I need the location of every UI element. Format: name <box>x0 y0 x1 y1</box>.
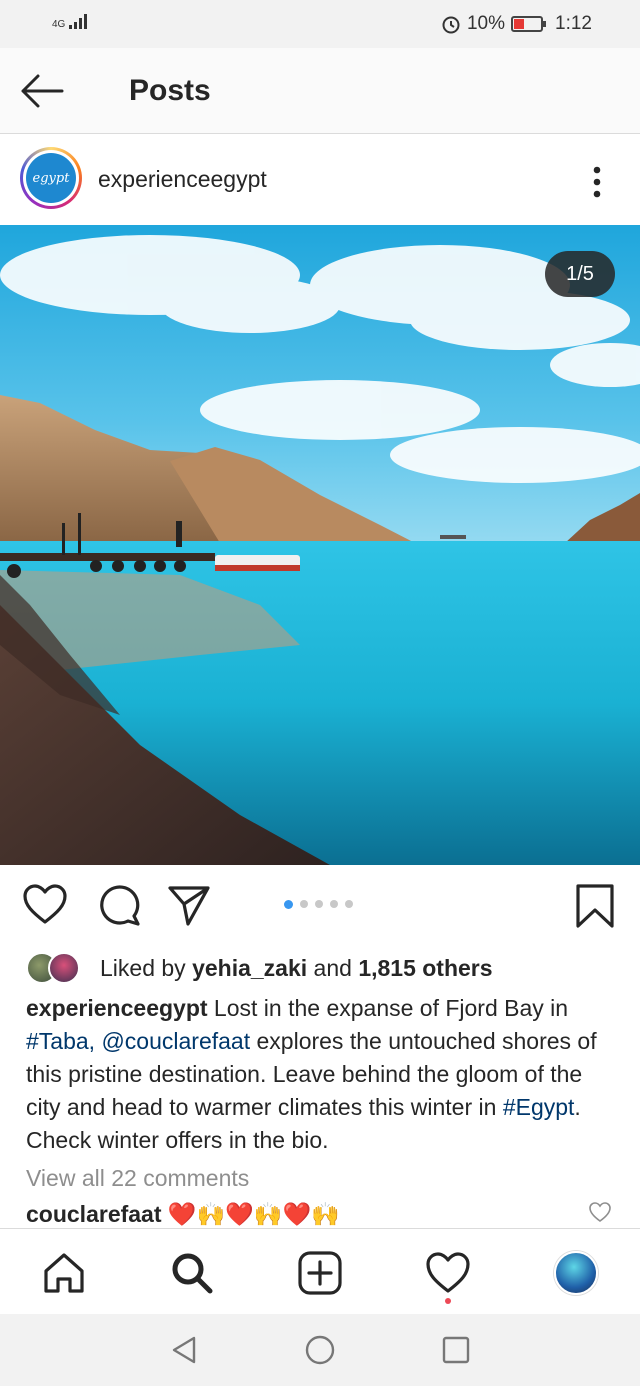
heart-icon <box>426 1252 470 1293</box>
nav-recents-button[interactable] <box>440 1334 472 1366</box>
hashtag-link[interactable]: #Egypt <box>503 1094 575 1120</box>
post-image[interactable] <box>0 225 640 865</box>
page-title: Posts <box>129 74 211 107</box>
back-button[interactable] <box>18 70 66 112</box>
signal-indicator: 4G <box>52 12 90 30</box>
more-options-button[interactable] <box>582 162 612 202</box>
carousel-indicator <box>284 900 353 909</box>
plus-square-icon <box>298 1251 342 1295</box>
battery-percent: 10% <box>466 13 506 34</box>
liker-username[interactable]: yehia_zaki <box>192 955 307 982</box>
likes-summary[interactable]: Liked by yehia_zaki and 1,815 others <box>26 948 493 988</box>
comment-preview: couclarefaat ❤️🙌❤️🙌❤️🙌 <box>26 1201 340 1228</box>
likes-middle: and <box>307 954 359 981</box>
caption-text: Lost in the expanse of Fjord Bay in <box>207 995 569 1021</box>
circle-home-icon <box>305 1335 335 1365</box>
signal-bars-icon <box>69 14 88 29</box>
nav-back-button[interactable] <box>168 1334 200 1366</box>
avatar-frame: egypt <box>23 150 79 206</box>
tab-activity[interactable] <box>424 1249 472 1297</box>
carousel-dot-active <box>284 900 293 909</box>
nav-home-button[interactable] <box>304 1334 336 1366</box>
triangle-back-icon <box>172 1336 196 1364</box>
network-type: 4G <box>52 19 66 30</box>
carousel-dot <box>345 900 353 908</box>
post-header: egypt experienceegypt <box>0 135 640 225</box>
post-actions <box>0 866 640 946</box>
comment-username[interactable]: couclarefaat <box>26 1201 162 1227</box>
clock: 1:12 <box>555 13 592 34</box>
share-button[interactable] <box>166 882 212 928</box>
vertical-dots-icon <box>593 166 601 198</box>
notification-dot <box>445 1298 451 1304</box>
search-icon <box>172 1253 213 1294</box>
save-button[interactable] <box>572 882 618 928</box>
heart-icon <box>23 884 67 924</box>
carousel-dot <box>330 900 338 908</box>
avatar-logo: egypt <box>26 153 76 203</box>
carousel-dot <box>300 900 308 908</box>
comment-button[interactable] <box>96 882 142 928</box>
heart-icon <box>589 1202 611 1222</box>
battery-icon <box>511 16 547 32</box>
bookmark-icon <box>576 884 614 928</box>
comment-bubble-icon <box>100 885 140 926</box>
likes-count[interactable]: 1,815 others <box>358 955 492 982</box>
comment-like-button[interactable] <box>588 1200 612 1224</box>
app-header: Posts <box>0 48 640 134</box>
alarm-icon <box>442 16 460 34</box>
hashtag-link[interactable]: #Taba, <box>26 1028 95 1054</box>
system-nav-bar <box>0 1314 640 1386</box>
carousel-dot <box>315 900 323 908</box>
comment-text: ❤️🙌❤️🙌❤️🙌 <box>161 1201 340 1227</box>
image-page-counter: 1/5 <box>545 251 615 297</box>
tab-home[interactable] <box>40 1249 88 1297</box>
tab-search[interactable] <box>168 1249 216 1297</box>
square-recents-icon <box>442 1336 470 1364</box>
post-caption: experienceegypt Lost in the expanse of F… <box>26 992 620 1157</box>
view-all-comments-link[interactable]: View all 22 comments <box>26 1165 249 1192</box>
post-photo <box>0 225 640 865</box>
home-icon <box>44 1253 84 1293</box>
status-bar: 4G 10% 1:12 <box>0 0 640 48</box>
tab-new-post[interactable] <box>296 1249 344 1297</box>
like-button[interactable] <box>22 882 68 928</box>
mention-link[interactable]: @couclarefaat <box>101 1028 250 1054</box>
arrow-left-icon <box>21 74 64 108</box>
status-right: 10% 1:12 <box>441 13 592 35</box>
paper-plane-icon <box>168 886 210 926</box>
likes-prefix: Liked by <box>100 954 193 981</box>
caption-username[interactable]: experienceegypt <box>26 995 208 1021</box>
post-username[interactable]: experienceegypt <box>98 166 267 193</box>
liker-avatar <box>48 952 80 984</box>
avatar[interactable]: egypt <box>20 147 82 209</box>
bottom-tab-bar <box>0 1228 640 1314</box>
liker-avatars <box>26 950 86 986</box>
tab-profile-avatar[interactable] <box>554 1251 598 1295</box>
